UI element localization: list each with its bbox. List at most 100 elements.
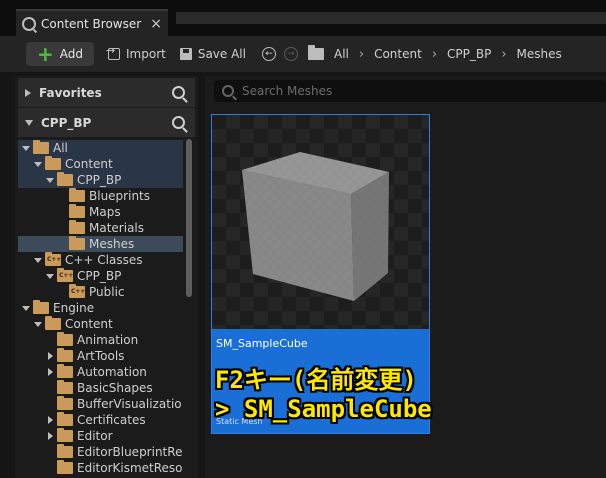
tree-item[interactable]: Blueprints (18, 188, 183, 204)
chevron-right-icon[interactable] (45, 367, 55, 377)
tab-bar: Content Browser × (0, 0, 606, 36)
tree-item-label: Automation (77, 365, 147, 379)
tree-item[interactable]: Meshes (18, 236, 183, 252)
breadcrumb-meshes[interactable]: Meshes (517, 47, 562, 61)
cpp-folder-icon (69, 284, 85, 298)
tree-item[interactable]: BufferVisualizatio (18, 396, 183, 412)
tree-item-label: Blueprints (89, 189, 151, 203)
chevron-right-icon[interactable] (45, 351, 55, 361)
content-browser-icon (22, 16, 36, 31)
tree-item[interactable]: Editor (18, 428, 183, 444)
cube-mesh-preview (242, 152, 389, 301)
chevron-down-icon[interactable] (45, 271, 55, 281)
chevron-right-icon (25, 88, 31, 97)
tree-item-label: Engine (53, 301, 95, 315)
caption-line-1: F2キー(名前変更) (215, 366, 417, 394)
save-all-button[interactable]: Save All (179, 47, 246, 61)
tree-item[interactable]: Content (18, 156, 183, 172)
chevron-down-icon[interactable] (33, 319, 43, 329)
asset-name[interactable]: SM_SampleCube (216, 337, 308, 350)
import-button[interactable]: Import (106, 44, 166, 61)
tree-item-label: C++ Classes (65, 253, 143, 267)
folder-icon (57, 348, 73, 362)
folder-icon (57, 428, 73, 442)
tree-item[interactable]: All (18, 140, 183, 156)
toolbar: + Add Import Save All ← → All › Content … (0, 36, 606, 72)
tree-item-label: Content (65, 317, 113, 331)
search-input[interactable] (242, 84, 582, 98)
folder-open-icon (45, 156, 61, 170)
tree-item[interactable]: EditorBlueprintRe (18, 444, 183, 460)
folder-open-icon (33, 140, 49, 154)
tab-content-browser[interactable]: Content Browser × (16, 9, 168, 36)
tree-scrollbar[interactable] (186, 139, 192, 297)
folder-icon (69, 220, 85, 234)
search-icon[interactable] (172, 116, 185, 129)
project-header[interactable]: CPP_BP (18, 108, 195, 137)
overlay-caption: F2キー(名前変更) > SM_SampleCube (215, 366, 475, 424)
tree-item-label: Certificates (77, 413, 146, 427)
tree-item[interactable]: Public (18, 284, 183, 300)
search-icon[interactable] (172, 86, 185, 99)
chevron-down-icon[interactable] (21, 143, 31, 153)
tree-item[interactable]: CPP_BP (18, 172, 183, 188)
tree-item[interactable]: Engine (18, 300, 183, 316)
folder-tree: All Content CPP_BP Blueprints Maps Materials M… (18, 140, 183, 478)
tree-item[interactable]: C++ Classes (18, 252, 183, 268)
breadcrumb-content[interactable]: Content (374, 47, 422, 61)
folder-icon (57, 396, 73, 410)
tree-item[interactable]: BasicShapes (18, 380, 183, 396)
forward-arrow-icon[interactable]: → (283, 47, 298, 61)
tree-item[interactable]: ArtTools (18, 348, 183, 364)
tree-item[interactable]: Materials (18, 220, 183, 236)
tree-item-label: CPP_BP (77, 269, 122, 283)
chevron-right-icon[interactable] (45, 431, 55, 441)
add-button-label: Add (59, 47, 83, 61)
chevron-right-icon[interactable] (45, 415, 55, 425)
tree-item[interactable]: CPP_BP (18, 268, 183, 284)
folder-open-icon (45, 316, 61, 330)
tree-item[interactable]: Certificates (18, 412, 183, 428)
asset-thumbnail (212, 115, 429, 329)
add-button[interactable]: + Add (26, 42, 94, 66)
tree-item[interactable]: EditorKismetReso (18, 460, 183, 476)
cpp-folder-icon (45, 252, 61, 266)
search-field[interactable] (214, 80, 606, 102)
tree-item-label: EditorKismetReso (77, 461, 183, 475)
tree-item-label: All (53, 141, 68, 155)
chevron-down-icon[interactable] (33, 255, 43, 265)
folder-open-icon (33, 300, 49, 314)
favorites-label: Favorites (39, 85, 102, 100)
folder-icon (69, 188, 85, 202)
favorites-header[interactable]: Favorites (18, 78, 195, 107)
back-arrow-icon[interactable]: ← (261, 47, 276, 61)
breadcrumb-separator: › (431, 46, 438, 62)
plus-icon: + (37, 42, 54, 66)
chevron-down-icon[interactable] (45, 175, 55, 185)
chevron-down-icon (25, 119, 33, 126)
close-icon[interactable]: × (150, 16, 162, 32)
folder-icon (69, 204, 85, 218)
tree-item[interactable]: Content (18, 316, 183, 332)
tree-item[interactable]: Animation (18, 332, 183, 348)
tree-item-label: EditorBlueprintRe (77, 445, 183, 459)
tree-item[interactable]: Automation (18, 364, 183, 380)
tree-item-label: Content (65, 157, 113, 171)
breadcrumb-cpp-bp[interactable]: CPP_BP (447, 47, 491, 61)
sources-panel: Favorites CPP_BP All Content CPP_BP Bluepri… (15, 76, 198, 478)
folder-icon[interactable] (307, 45, 324, 60)
import-button-label: Import (126, 47, 166, 61)
chevron-down-icon[interactable] (33, 159, 43, 169)
breadcrumb-all[interactable]: All (334, 47, 349, 61)
tree-item[interactable]: Maps (18, 204, 183, 220)
tree-item-label: Public (89, 285, 125, 299)
save-icon (179, 48, 192, 60)
tree-item-label: Meshes (89, 237, 135, 251)
chevron-down-icon[interactable] (21, 303, 31, 313)
save-all-button-label: Save All (197, 47, 246, 61)
